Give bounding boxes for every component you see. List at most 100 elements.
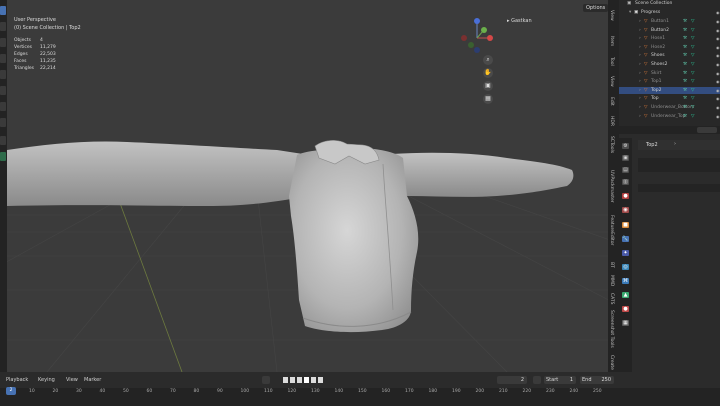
mesh-data-icon[interactable]: ▽ <box>691 113 694 120</box>
tab-featureeditor[interactable]: FeatureEditor <box>609 215 614 245</box>
object-properties-icon[interactable]: ■ <box>622 222 629 228</box>
particles-properties-icon[interactable]: ✦ <box>622 250 629 256</box>
modifier-icon[interactable]: ⚒ <box>683 113 687 120</box>
object-properties-section-2[interactable] <box>638 184 720 192</box>
cursor-tool-icon[interactable] <box>0 22 6 31</box>
scene-collection-row[interactable]: ▣ Scene Collection <box>619 0 720 7</box>
tab-sctools[interactable]: SCTools <box>609 136 614 153</box>
end-frame-field[interactable]: End 250 <box>580 376 614 384</box>
tab-view[interactable]: View <box>609 10 614 21</box>
visibility-icon[interactable]: ◉ <box>716 9 720 16</box>
add-object-tool-icon[interactable] <box>0 152 6 161</box>
playback-menu[interactable]: Playback <box>6 377 28 383</box>
jump-end-icon[interactable] <box>318 377 323 383</box>
pin-icon[interactable]: › <box>674 141 676 147</box>
outliner-item[interactable]: › ▽ Top2 ⚒ ▽ ◉ <box>619 86 720 94</box>
outliner-item[interactable]: › ▽ Top ⚒ ▽ ◉ <box>619 95 720 102</box>
measure-tool-icon[interactable] <box>0 118 6 127</box>
tab-uvpackmaster[interactable]: UVPackmaster <box>609 170 614 203</box>
expand-icon[interactable]: › <box>639 95 641 102</box>
data-properties-icon[interactable]: ▲ <box>622 292 629 298</box>
expand-icon[interactable]: › <box>639 104 641 111</box>
outliner-item[interactable]: › ▽ Shoes ⚒ ▽ ◉ <box>619 52 720 59</box>
expand-icon[interactable]: › <box>639 44 641 51</box>
expand-icon[interactable]: › <box>639 52 641 59</box>
outliner-item[interactable]: › ▽ Button1 ⚒ ▽ ◉ <box>619 18 720 25</box>
garment-mesh[interactable] <box>7 0 608 372</box>
expand-icon[interactable]: › <box>639 78 641 85</box>
outliner-item[interactable]: › ▽ Shoes2 ⚒ ▽ ◉ <box>619 61 720 68</box>
tab-create[interactable]: Create <box>609 355 614 370</box>
visibility-icon[interactable]: ◉ <box>716 27 720 34</box>
mesh-data-icon[interactable]: ▽ <box>691 18 694 25</box>
mesh-data-icon[interactable]: ▽ <box>691 70 694 77</box>
view-menu[interactable]: View <box>66 377 78 383</box>
tab-screenshot-tools[interactable]: Screenshot Tools <box>609 310 614 348</box>
tab-edit[interactable]: Edit <box>609 97 614 106</box>
timeline-editor[interactable]: Playback Keying View Marker 2 Start 1 En… <box>0 372 720 406</box>
tab-view-2[interactable]: View <box>609 76 614 87</box>
move-tool-icon[interactable] <box>0 38 6 47</box>
outliner-item[interactable]: › ▽ Top1 ⚒ ▽ ◉ <box>619 78 720 85</box>
next-keyframe-icon[interactable] <box>311 377 316 383</box>
tool-properties-icon[interactable]: ⚙ <box>622 143 629 149</box>
visibility-icon[interactable]: ◉ <box>716 35 720 42</box>
constraints-properties-icon[interactable]: ⌘ <box>622 278 629 284</box>
expand-icon[interactable]: › <box>639 27 641 34</box>
physics-properties-icon[interactable]: ◎ <box>622 264 629 270</box>
outliner-item[interactable]: › ▽ Skirt ⚒ ▽ ◉ <box>619 70 720 77</box>
modifier-icon[interactable]: ⚒ <box>683 18 687 25</box>
playhead[interactable]: 2 <box>6 387 16 395</box>
mesh-data-icon[interactable]: ▽ <box>691 35 694 42</box>
modifier-icon[interactable]: ⚒ <box>683 70 687 77</box>
mesh-data-icon[interactable]: ▽ <box>691 104 694 111</box>
render-properties-icon[interactable]: ▣ <box>622 155 629 161</box>
tab-item[interactable]: Item <box>609 36 614 46</box>
tab-tool[interactable]: Tool <box>609 57 614 66</box>
expand-icon[interactable]: › <box>639 87 641 94</box>
current-frame-field[interactable]: 2 <box>497 376 527 384</box>
mesh-data-icon[interactable]: ▽ <box>691 78 694 85</box>
scale-tool-icon[interactable] <box>0 70 6 79</box>
modifier-icon[interactable]: ⚒ <box>683 44 687 51</box>
view-layer-properties-icon[interactable]: ▥ <box>622 179 629 185</box>
outliner-item[interactable]: › ▽ Hose2 ⚒ ▽ ◉ <box>619 44 720 51</box>
modifier-icon[interactable]: ⚒ <box>683 61 687 68</box>
properties-search-input[interactable] <box>697 127 717 133</box>
outliner-item[interactable]: › ▽ Hose1 ⚒ ▽ ◉ <box>619 35 720 42</box>
marker-menu[interactable]: Marker <box>84 377 101 383</box>
tab-cats[interactable]: CATS <box>609 293 614 304</box>
select-tool-icon[interactable] <box>0 6 6 15</box>
prev-keyframe-icon[interactable] <box>290 377 295 383</box>
tab-bt[interactable]: BT <box>609 262 614 268</box>
visibility-icon[interactable]: ◉ <box>716 44 720 51</box>
expand-icon[interactable]: › <box>639 61 641 68</box>
mesh-data-icon[interactable]: ▽ <box>691 61 694 68</box>
texture-properties-icon[interactable]: ▦ <box>622 320 629 326</box>
collection-row-progress[interactable]: ▾ ▣ Progress ◉ <box>619 9 720 16</box>
modifier-icon[interactable]: ⚒ <box>683 78 687 85</box>
mesh-data-icon[interactable]: ▽ <box>691 95 694 102</box>
world-properties-icon[interactable]: ◉ <box>622 207 629 213</box>
expand-icon[interactable]: › <box>639 70 641 77</box>
expand-icon[interactable]: › <box>639 18 641 25</box>
outliner-item[interactable]: › ▽ Underwear_Top ⚒ ▽ ◉ <box>619 113 720 120</box>
rotate-tool-icon[interactable] <box>0 54 6 63</box>
visibility-icon[interactable]: ◉ <box>716 78 720 85</box>
preview-range-toggle[interactable] <box>533 376 541 384</box>
visibility-icon[interactable]: ◉ <box>716 113 720 120</box>
play-reverse-icon[interactable] <box>297 377 302 383</box>
modifier-icon[interactable]: ⚒ <box>683 52 687 59</box>
tab-mmd[interactable]: MMD <box>609 275 614 286</box>
output-properties-icon[interactable]: ▤ <box>622 167 629 173</box>
modifier-icon[interactable]: ⚒ <box>683 27 687 34</box>
3d-viewport[interactable]: User Perspective (0) Scene Collection | … <box>7 0 608 372</box>
start-frame-field[interactable]: Start 1 <box>544 376 576 384</box>
mesh-data-icon[interactable]: ▽ <box>691 27 694 34</box>
outliner-item[interactable]: › ▽ Underwear_Bottom ⚒ ▽ ◉ <box>619 104 720 111</box>
modifier-icon[interactable]: ⚒ <box>683 87 687 94</box>
scene-properties-icon[interactable]: ● <box>622 193 629 199</box>
modifier-icon[interactable]: ⚒ <box>683 95 687 102</box>
tab-hdr[interactable]: HDR <box>609 116 614 126</box>
visibility-icon[interactable]: ◉ <box>716 87 720 94</box>
